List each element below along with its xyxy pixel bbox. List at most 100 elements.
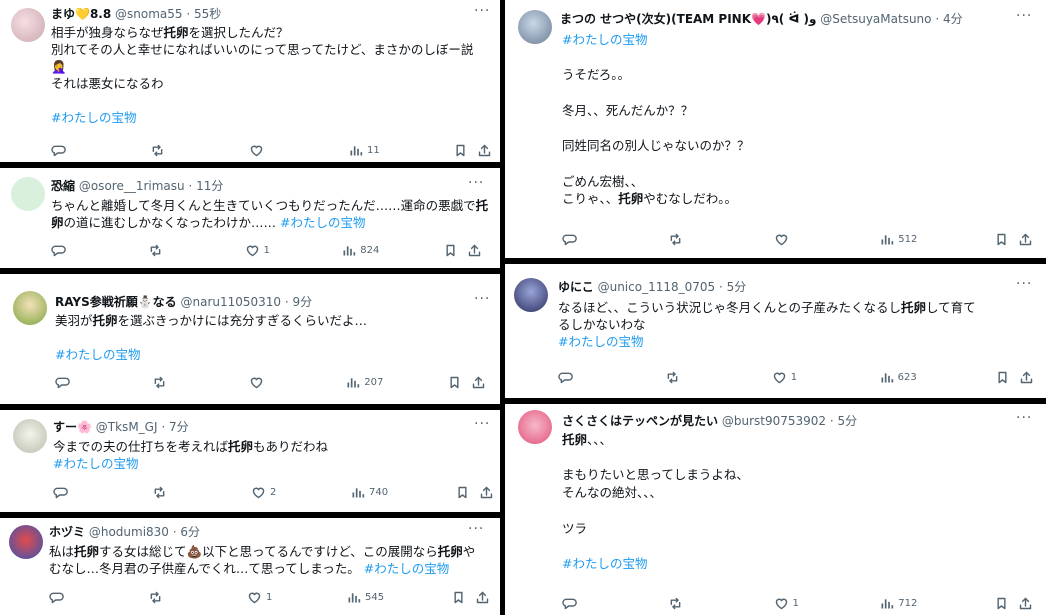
- handle[interactable]: @burst90753902: [722, 414, 826, 428]
- views-button[interactable]: 11: [348, 142, 380, 158]
- bookmark-button[interactable]: [451, 589, 466, 605]
- more-icon[interactable]: ···: [474, 4, 490, 18]
- more-icon[interactable]: ···: [1016, 411, 1032, 425]
- hashtag-link[interactable]: #わたしの宝物: [562, 556, 647, 571]
- timestamp[interactable]: 5分: [838, 414, 858, 428]
- share-button[interactable]: [1018, 231, 1033, 247]
- handle[interactable]: @SetsuyaMatsuno: [820, 12, 931, 26]
- reply-button[interactable]: [562, 231, 581, 247]
- more-icon[interactable]: ···: [468, 176, 484, 190]
- like-button[interactable]: 2: [251, 484, 276, 500]
- more-icon[interactable]: ···: [1016, 277, 1032, 291]
- timestamp[interactable]: 4分: [943, 12, 963, 26]
- display-name[interactable]: まゆ💛8.8: [51, 7, 111, 21]
- handle[interactable]: @TksM_GJ: [96, 420, 158, 434]
- hashtag-link[interactable]: #わたしの宝物: [53, 456, 138, 471]
- handle[interactable]: @naru11050310: [180, 295, 281, 309]
- display-name[interactable]: ゆにこ: [558, 280, 594, 294]
- avatar[interactable]: [518, 410, 552, 444]
- retweet-button[interactable]: [150, 142, 169, 158]
- timestamp[interactable]: 11分: [196, 179, 223, 193]
- reply-button[interactable]: [55, 374, 74, 390]
- tweet-card[interactable]: すー🌸 @TksM_GJ · 7分 ··· 今までの夫の仕打ちを考えれば托卵もあ…: [0, 410, 500, 512]
- views-button[interactable]: 740: [350, 484, 388, 500]
- retweet-button[interactable]: [152, 374, 171, 390]
- timestamp[interactable]: 5分: [727, 280, 747, 294]
- display-name[interactable]: 恐縮: [51, 179, 75, 193]
- reply-button[interactable]: [51, 142, 70, 158]
- more-icon[interactable]: ···: [474, 417, 490, 431]
- bookmark-button[interactable]: [453, 142, 468, 158]
- retweet-button[interactable]: [668, 595, 687, 611]
- share-button[interactable]: [479, 484, 494, 500]
- display-name[interactable]: RAYS参戦祈願⛄なる: [55, 295, 177, 309]
- display-name[interactable]: ホヅミ: [49, 525, 85, 539]
- bookmark-button[interactable]: [994, 595, 1009, 611]
- tweet-card[interactable]: さくさくはテッペンが見たい @burst90753902 · 5分 ··· 托卵…: [505, 404, 1046, 615]
- timestamp[interactable]: 7分: [169, 420, 189, 434]
- hashtag-link[interactable]: #わたしの宝物: [51, 110, 136, 125]
- views-button[interactable]: 712: [879, 595, 917, 611]
- handle[interactable]: @hodumi830: [89, 525, 169, 539]
- like-button[interactable]: 1: [774, 595, 799, 611]
- timestamp[interactable]: 9分: [293, 295, 313, 309]
- hashtag-link[interactable]: #わたしの宝物: [562, 32, 647, 47]
- reply-button[interactable]: [49, 589, 68, 605]
- share-button[interactable]: [1019, 369, 1034, 385]
- retweet-button[interactable]: [152, 484, 171, 500]
- reply-button[interactable]: [562, 595, 581, 611]
- display-name[interactable]: まつの せつや(次女)(TEAM PINK💗)٩( ᐛ )و: [560, 12, 816, 26]
- more-icon[interactable]: ···: [1016, 9, 1032, 23]
- like-button[interactable]: [249, 374, 268, 390]
- tweet-card[interactable]: まつの せつや(次女)(TEAM PINK💗)٩( ᐛ )و @SetsuyaM…: [505, 0, 1046, 258]
- hashtag-link[interactable]: #わたしの宝物: [364, 561, 449, 576]
- tweet-card[interactable]: RAYS参戦祈願⛄なる @naru11050310 · 9分 ··· 美羽が托卵…: [0, 274, 500, 404]
- views-button[interactable]: 824: [341, 242, 379, 258]
- retweet-button[interactable]: [148, 589, 167, 605]
- share-button[interactable]: [467, 242, 482, 258]
- like-button[interactable]: 1: [772, 369, 797, 385]
- share-button[interactable]: [1018, 595, 1033, 611]
- display-name[interactable]: すー🌸: [53, 420, 92, 434]
- avatar[interactable]: [9, 525, 43, 559]
- avatar[interactable]: [518, 10, 552, 44]
- handle[interactable]: @snoma55: [115, 7, 183, 21]
- handle[interactable]: @osore__1rimasu: [79, 179, 185, 193]
- like-button[interactable]: 1: [247, 589, 272, 605]
- avatar[interactable]: [13, 419, 47, 453]
- views-button[interactable]: 207: [345, 374, 383, 390]
- reply-button[interactable]: [53, 484, 72, 500]
- more-icon[interactable]: ···: [474, 292, 490, 306]
- retweet-button[interactable]: [668, 231, 687, 247]
- tweet-card[interactable]: ゆにこ @unico_1118_0705 · 5分 ··· なるほど、、こういう…: [505, 264, 1046, 398]
- views-button[interactable]: 512: [879, 231, 917, 247]
- like-button[interactable]: [249, 142, 268, 158]
- bookmark-button[interactable]: [995, 369, 1010, 385]
- tweet-card[interactable]: ホヅミ @hodumi830 · 6分 ··· 私は托卵する女は総じて💩以下と思…: [0, 518, 500, 615]
- bookmark-button[interactable]: [447, 374, 462, 390]
- hashtag-link[interactable]: #わたしの宝物: [55, 347, 140, 362]
- display-name[interactable]: さくさくはテッペンが見たい: [562, 414, 718, 428]
- timestamp[interactable]: 6分: [180, 525, 200, 539]
- share-button[interactable]: [471, 374, 486, 390]
- avatar[interactable]: [11, 177, 45, 211]
- like-button[interactable]: [774, 231, 793, 247]
- hashtag-link[interactable]: #わたしの宝物: [558, 334, 643, 349]
- hashtag-link[interactable]: #わたしの宝物: [280, 215, 365, 230]
- avatar[interactable]: [11, 8, 45, 42]
- share-button[interactable]: [475, 589, 490, 605]
- share-button[interactable]: [477, 142, 492, 158]
- like-button[interactable]: 1: [245, 242, 270, 258]
- bookmark-button[interactable]: [443, 242, 458, 258]
- views-button[interactable]: 545: [346, 589, 384, 605]
- avatar[interactable]: [13, 291, 47, 325]
- tweet-card[interactable]: 恐縮 @osore__1rimasu · 11分 ··· ちゃんと離婚して冬月く…: [0, 168, 500, 268]
- bookmark-button[interactable]: [455, 484, 470, 500]
- handle[interactable]: @unico_1118_0705: [598, 280, 716, 294]
- views-button[interactable]: 623: [879, 369, 917, 385]
- tweet-card[interactable]: まゆ💛8.8 @snoma55 · 55秒 ··· 相手が独身ならなぜ托卵を選択…: [0, 0, 500, 162]
- reply-button[interactable]: [558, 369, 577, 385]
- retweet-button[interactable]: [148, 242, 167, 258]
- bookmark-button[interactable]: [994, 231, 1009, 247]
- reply-button[interactable]: [51, 242, 70, 258]
